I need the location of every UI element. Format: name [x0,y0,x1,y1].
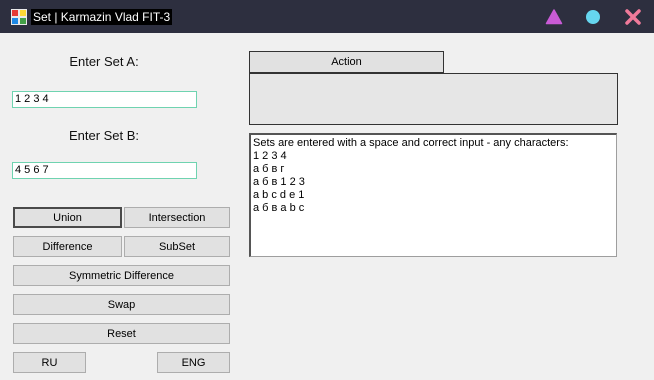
info-line: а б в 1 2 3 [253,176,305,188]
info-line: Sets are entered with a space and correc… [253,137,569,149]
set-b-label: Enter Set B: [68,128,140,143]
eng-language-button[interactable]: ENG [157,352,230,373]
app-icon [11,9,27,25]
set-a-label: Enter Set A: [69,54,139,69]
set-b-input[interactable]: 4 5 6 7 [12,162,197,179]
reset-button[interactable]: Reset [13,323,230,344]
window-title: Set | Karmazin Vlad FIT-3 [31,9,173,25]
info-line: a b c d e 1 [253,189,305,201]
subset-button[interactable]: SubSet [124,236,230,257]
ru-language-button[interactable]: RU [13,352,86,373]
info-line: а б в a b c [253,202,305,214]
close-icon[interactable] [624,8,642,26]
title-bar: Set | Karmazin Vlad FIT-3 [0,0,654,33]
result-output-panel [249,73,618,125]
difference-button[interactable]: Difference [13,236,122,257]
info-line: 1 2 3 4 [253,150,287,162]
maximize-circle-icon[interactable] [584,8,602,26]
minimize-triangle-icon[interactable] [545,8,563,26]
swap-button[interactable]: Swap [13,294,230,315]
intersection-button[interactable]: Intersection [124,207,230,228]
info-textbox[interactable]: Sets are entered with a space and correc… [249,133,617,257]
symmetric-difference-button[interactable]: Symmetric Difference [13,265,230,286]
action-button[interactable]: Action [249,51,444,73]
info-line: а б в г [253,163,285,175]
set-a-input[interactable]: 1 2 3 4 [12,91,197,108]
union-button[interactable]: Union [13,207,122,228]
